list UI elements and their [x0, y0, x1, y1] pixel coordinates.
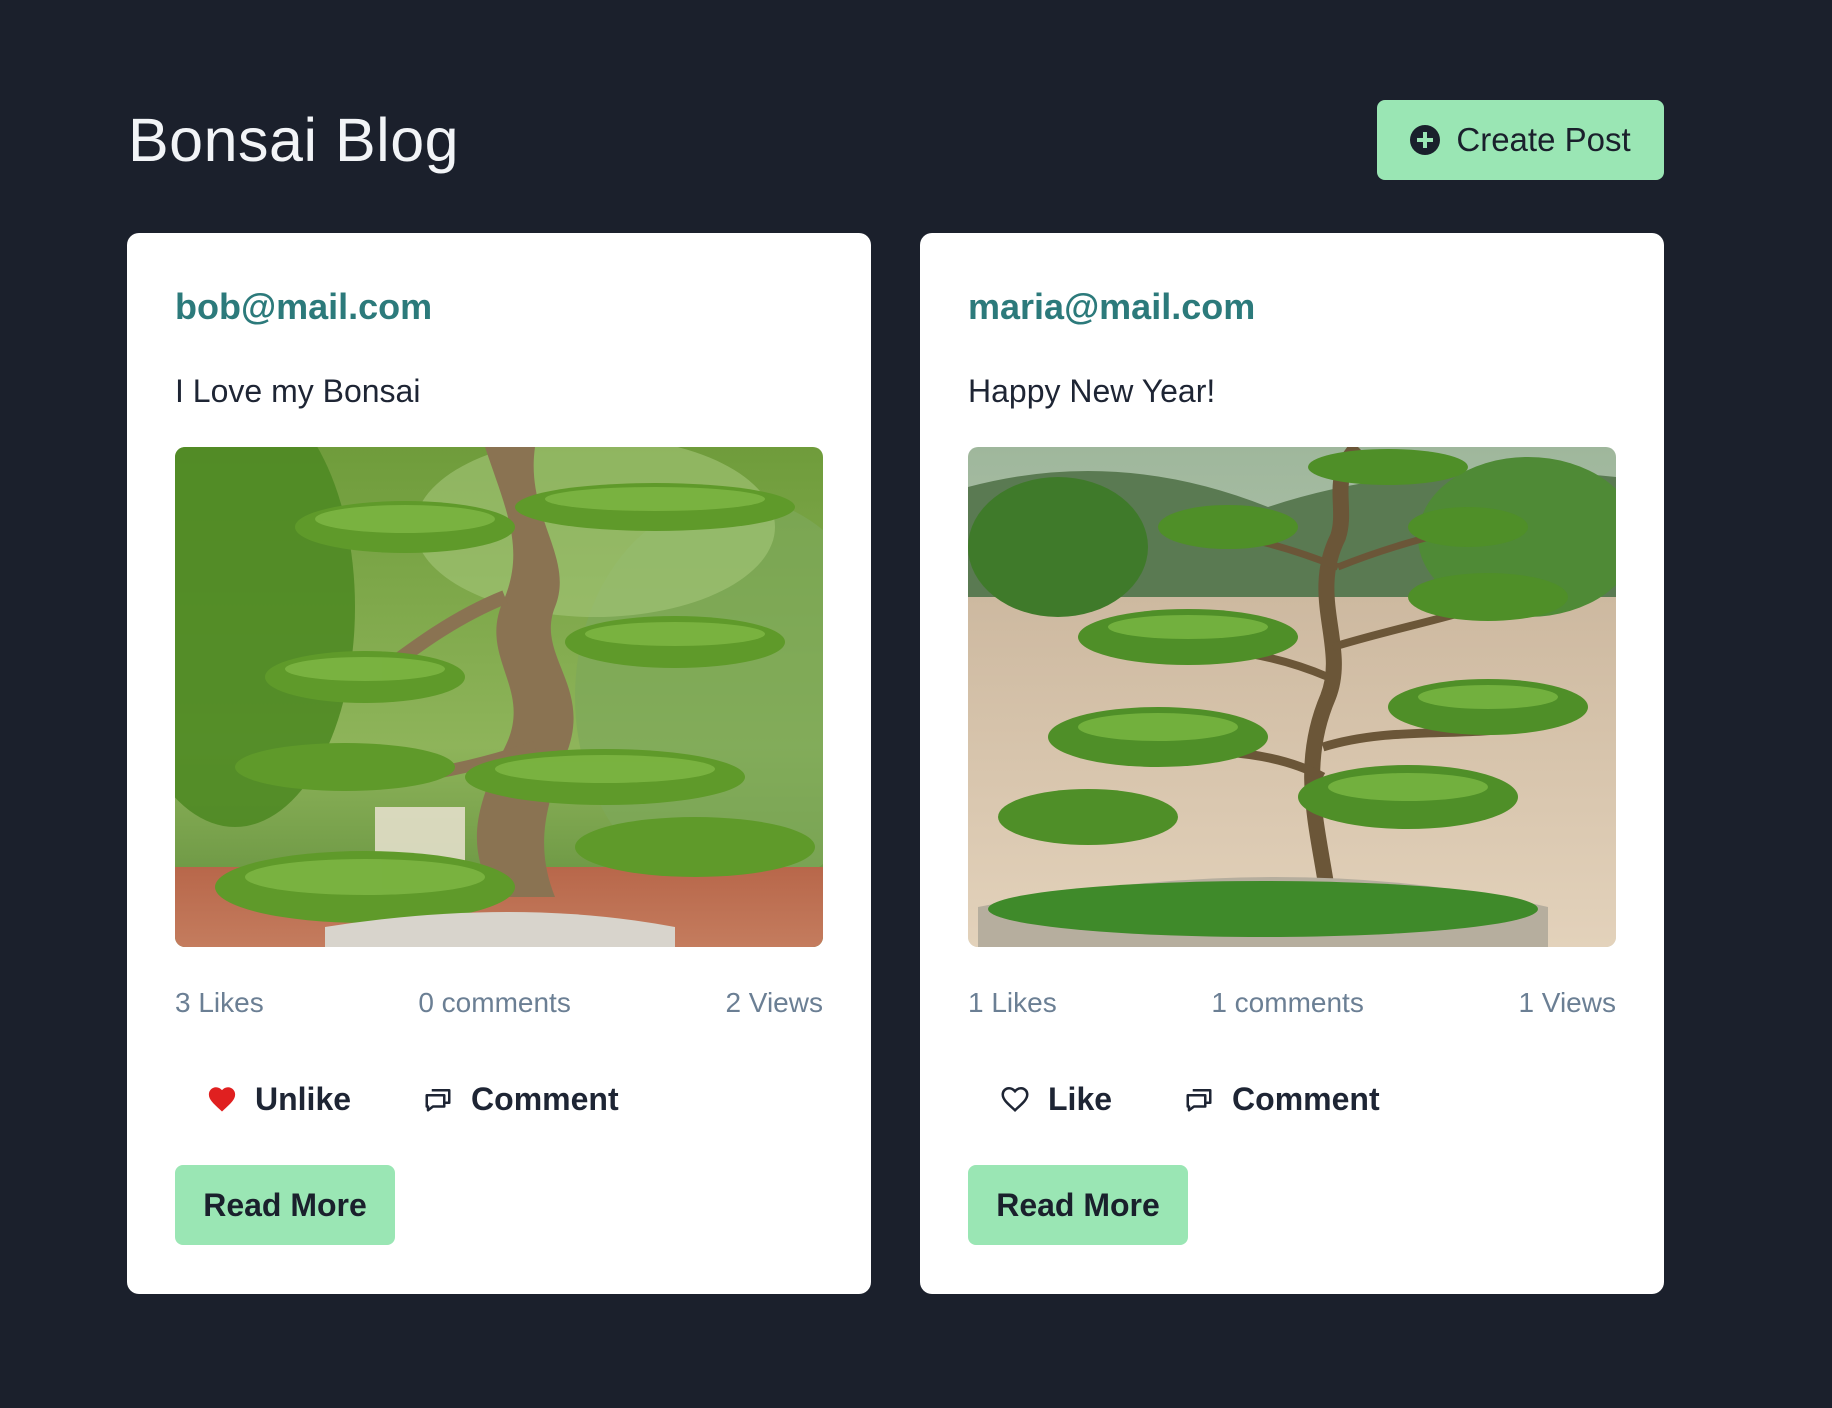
page-header: Bonsai Blog Create Post — [128, 100, 1664, 180]
comments-count: 0 comments — [418, 987, 571, 1018]
comment-label: Comment — [1232, 1080, 1380, 1117]
comment-label: Comment — [471, 1080, 619, 1117]
create-post-label: Create Post — [1456, 121, 1631, 158]
post-author: bob@mail.com — [175, 286, 433, 327]
post-image — [175, 447, 823, 947]
post-author: maria@mail.com — [968, 286, 1256, 327]
unlike-label: Unlike — [255, 1080, 352, 1117]
views-count: 2 Views — [725, 987, 823, 1018]
post-image — [968, 447, 1616, 947]
post-list: bob@mail.com I Love my Bonsai 3 Likes 0 … — [127, 233, 1664, 1295]
heart-filled-icon — [208, 1087, 236, 1112]
post-title: I Love my Bonsai — [175, 373, 421, 409]
comments-count: 1 comments — [1211, 987, 1364, 1018]
post-title: Happy New Year! — [968, 373, 1216, 409]
read-more-button[interactable]: Read More — [175, 1165, 395, 1245]
like-button[interactable]: Like — [968, 1069, 1112, 1129]
post-actions: Like Comment — [968, 1069, 1380, 1129]
blog-page: Bonsai Blog Create Post bob@mail.com I L… — [0, 0, 1832, 1408]
plus-circle-icon — [1410, 125, 1441, 155]
like-label: Like — [1048, 1080, 1113, 1117]
post-card: maria@mail.com Happy New Year! 1 Likes 1… — [920, 233, 1664, 1294]
views-count: 1 Views — [1518, 987, 1616, 1018]
likes-count: 1 Likes — [968, 987, 1057, 1018]
comment-button[interactable]: Comment — [391, 1069, 619, 1129]
post-stats: 3 Likes 0 comments 2 Views — [175, 983, 823, 1023]
heart-outline-icon — [1001, 1086, 1029, 1112]
comment-icon — [425, 1089, 451, 1112]
bonsai-photo-2 — [968, 447, 1616, 947]
comment-button[interactable]: Comment — [1152, 1069, 1380, 1129]
comment-icon — [1186, 1089, 1212, 1112]
likes-count: 3 Likes — [175, 987, 264, 1018]
page-title: Bonsai Blog — [128, 106, 460, 174]
unlike-button[interactable]: Unlike — [175, 1069, 351, 1129]
post-actions: Unlike Comment — [175, 1069, 619, 1129]
post-card: bob@mail.com I Love my Bonsai 3 Likes 0 … — [127, 233, 871, 1294]
post-stats: 1 Likes 1 comments 1 Views — [968, 983, 1616, 1023]
bonsai-photo-1 — [175, 447, 823, 947]
read-more-button[interactable]: Read More — [968, 1165, 1188, 1245]
create-post-button[interactable]: Create Post — [1377, 100, 1664, 180]
